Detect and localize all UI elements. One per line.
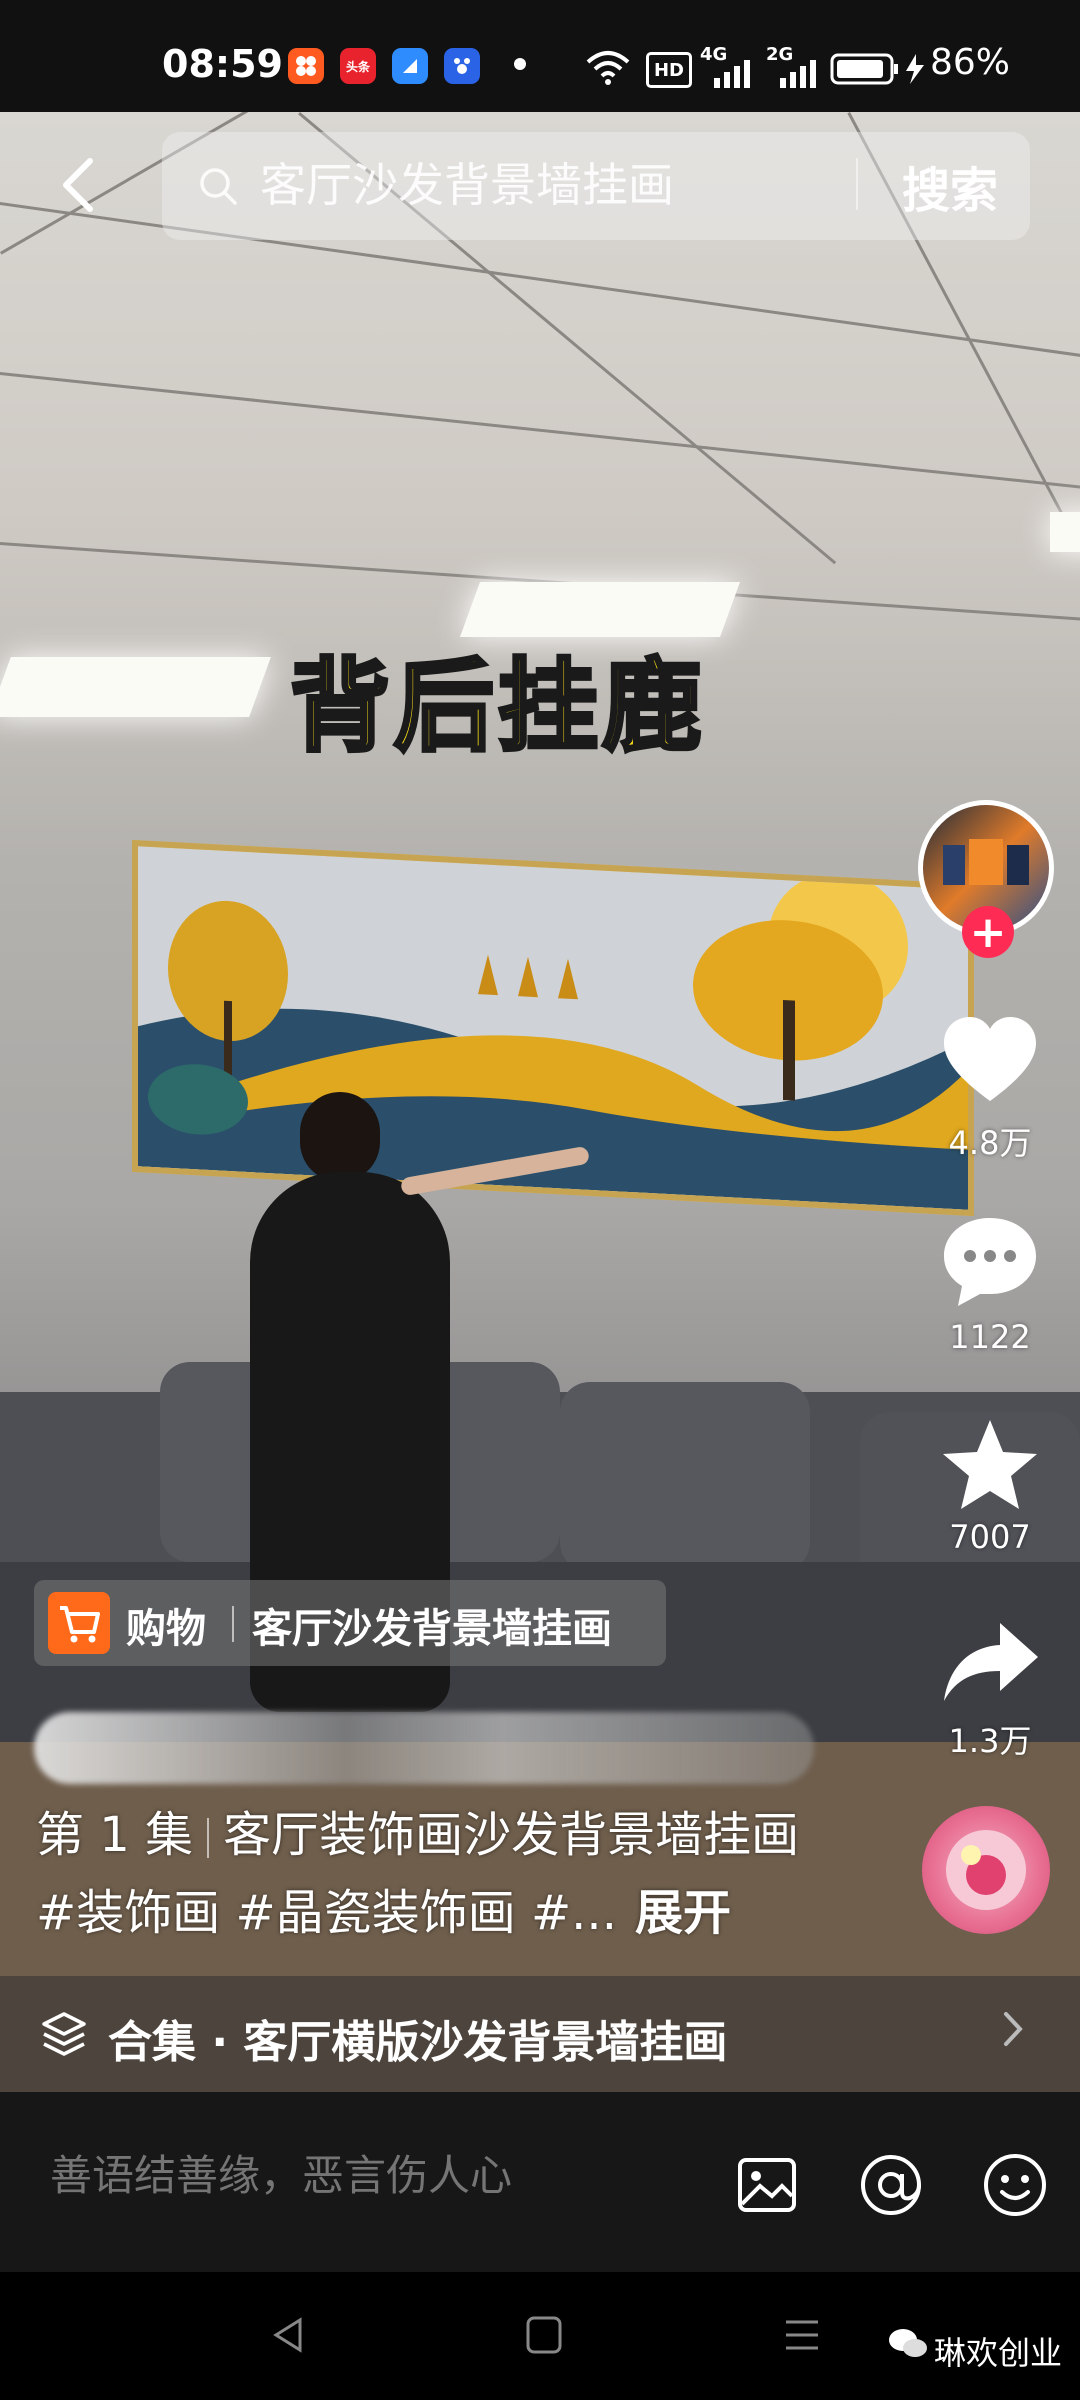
expand-button[interactable]: 展开: [635, 1885, 731, 1941]
nav-back-icon[interactable]: [260, 2310, 320, 2360]
like-count: 4.8万: [948, 1124, 1032, 1162]
comment-count: 1122: [949, 1318, 1031, 1356]
share-count: 1.3万: [948, 1722, 1032, 1760]
cart-icon: [48, 1592, 110, 1654]
caption-divider: [207, 1818, 210, 1858]
at-icon[interactable]: [856, 2150, 926, 2220]
nav-menu-icon[interactable]: [772, 2310, 832, 2360]
pill-divider: [232, 1606, 234, 1642]
search-icon: [200, 168, 237, 205]
back-button[interactable]: [48, 150, 108, 220]
wechat-icon: [889, 2329, 927, 2357]
chevron-right-icon: [1004, 2012, 1023, 2046]
follow-button[interactable]: +: [962, 906, 1014, 958]
back-arrow-icon: [63, 158, 93, 212]
signal-4g-icon: [714, 60, 750, 88]
favorite-button[interactable]: [930, 1414, 1050, 1514]
sofa-cushion: [560, 1382, 810, 1572]
emoji-icon[interactable]: [980, 2150, 1050, 2220]
person-head: [300, 1092, 380, 1182]
episode-label: 第 1 集: [36, 1807, 194, 1863]
baidu-app-icon: [444, 48, 480, 84]
product-name: 客厅沙发背景墙挂画: [252, 1606, 612, 1652]
hd-badge: HD: [646, 52, 692, 88]
video-player[interactable]: [0, 112, 1080, 2092]
favorite-count: 7007: [949, 1518, 1031, 1556]
comment-button[interactable]: [930, 1212, 1050, 1312]
video-overlay-title: 背后挂鹿: [288, 646, 706, 767]
music-disc[interactable]: [922, 1806, 1050, 1934]
star-icon: [943, 1420, 1037, 1509]
author-name-blurred[interactable]: [34, 1712, 814, 1784]
browser-app-icon: [392, 48, 428, 84]
search-button[interactable]: 搜索: [880, 150, 1020, 222]
video-caption[interactable]: 第 1 集客厅装饰画沙发背景墙挂画#装饰画 #晶瓷装饰画 #... 展开: [36, 1796, 806, 1952]
battery-percent: 86%: [930, 42, 1011, 83]
image-icon[interactable]: [732, 2150, 802, 2220]
notification-app-icon: [288, 48, 324, 84]
heart-icon: [944, 1017, 1036, 1101]
battery-icon: [830, 53, 924, 85]
watermark-text: 琳欢创业: [934, 2334, 1063, 2372]
share-icon: [944, 1623, 1038, 1701]
collection-label: 合集 · 客厅横版沙发背景墙挂画: [108, 2017, 728, 2068]
toutiao-app-icon: 头条: [340, 48, 376, 84]
collection-icon: [42, 2012, 86, 2056]
shop-tag: 购物: [126, 1606, 206, 1652]
wifi-icon: [586, 51, 630, 85]
notification-dot: [514, 58, 526, 70]
signal-2g-icon: [780, 60, 816, 88]
share-button[interactable]: [930, 1612, 1050, 1712]
search-input[interactable]: [258, 154, 842, 210]
search-divider: [856, 158, 858, 210]
comment-icon: [944, 1218, 1036, 1306]
like-button[interactable]: [930, 1010, 1050, 1110]
nav-home-icon[interactable]: [514, 2310, 574, 2360]
status-time: 08:59: [162, 42, 283, 86]
comment-input[interactable]: [48, 2150, 692, 2201]
